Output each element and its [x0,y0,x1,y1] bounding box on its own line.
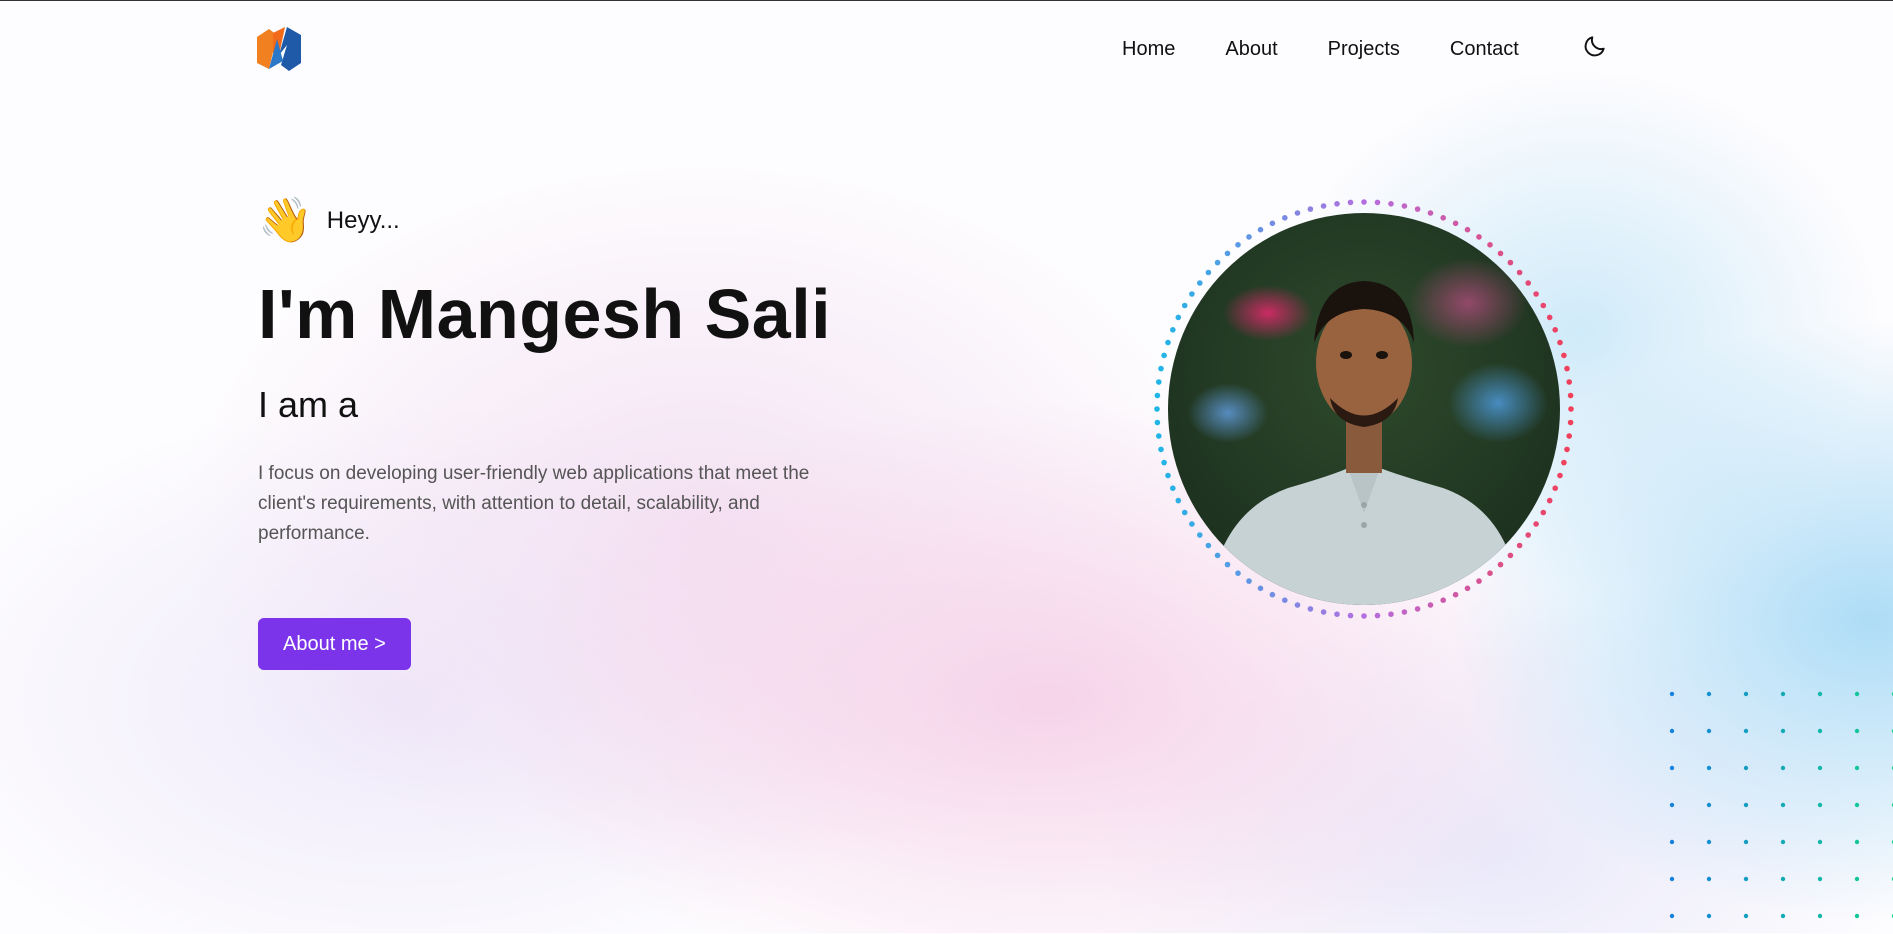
grid-dot [1706,802,1712,808]
grid-dot [1854,839,1860,845]
grid-dot [1780,728,1786,734]
person-illustration [1208,281,1520,605]
hero-description: I focus on developing user-friendly web … [258,463,810,544]
decorative-dot-grid [1669,691,1893,919]
ring-dot [1320,609,1327,615]
ring-dot [1307,606,1314,612]
grid-dot [1669,691,1675,697]
grid-dot [1669,728,1675,734]
ring-dot [1564,446,1570,453]
ring-dot [1401,609,1408,615]
ring-dot [1334,201,1340,207]
ring-dot [1414,206,1421,212]
ring-dot [1566,379,1572,385]
ring-dot [1158,446,1164,453]
ring-dot [1568,406,1574,412]
grid-dot [1706,839,1712,845]
ring-dot [1374,612,1381,619]
grid-dot [1669,839,1675,845]
waving-hand-icon: 👋 [258,196,313,245]
main-nav: Home About Projects Contact [1122,37,1569,61]
grid-dot [1780,876,1786,882]
grid-dot [1854,913,1860,919]
ring-dot [1361,199,1367,205]
grid-dot [1669,876,1675,882]
grid-dot [1817,765,1823,771]
logo-icon[interactable] [257,25,301,73]
ring-dot [1161,352,1167,359]
ring-dot [1154,419,1161,426]
grid-dot [1817,913,1823,919]
ring-dot [1158,365,1164,372]
greeting: 👋 Heyy... [258,191,898,251]
grid-dot [1817,839,1823,845]
grid-dot [1706,691,1712,697]
grid-dot [1780,913,1786,919]
grid-dot [1743,728,1749,734]
grid-dot [1743,765,1749,771]
grid-dot [1706,876,1712,882]
grid-dot [1743,876,1749,882]
ring-dot [1347,612,1354,619]
ring-dot [1567,392,1574,399]
site-header: Home About Projects Contact [0,1,1893,96]
grid-dot [1669,802,1675,808]
grid-dot [1817,691,1823,697]
ring-dot [1156,433,1162,439]
grid-dot [1669,913,1675,919]
grid-dot [1854,802,1860,808]
grid-dot [1854,691,1860,697]
grid-dot [1743,913,1749,919]
grid-dot [1780,691,1786,697]
ring-dot [1388,611,1394,617]
ring-dot [1156,379,1162,385]
greeting-text: Heyy... [326,207,400,234]
grid-dot [1817,876,1823,882]
ring-dot [1334,611,1340,617]
grid-dot [1706,913,1712,919]
ring-dot [1401,203,1408,209]
grid-dot [1780,839,1786,845]
moon-icon[interactable] [1582,33,1608,59]
hero-title: I'm Mangesh Sali [258,275,832,353]
ring-dot [1374,199,1381,206]
grid-dot [1743,839,1749,845]
ring-dot [1320,203,1327,209]
ring-dot [1564,365,1570,372]
grid-dot [1743,802,1749,808]
grid-dot [1743,691,1749,697]
profile-photo [1168,213,1560,605]
grid-dot [1817,728,1823,734]
profile-portrait [1151,196,1577,622]
nav-about[interactable]: About [1225,37,1277,61]
nav-contact[interactable]: Contact [1450,37,1519,61]
ring-dot [1161,459,1167,466]
grid-dot [1706,728,1712,734]
grid-dot [1854,765,1860,771]
ring-dot [1388,201,1394,207]
hero-section: 👋 Heyy... I'm Mangesh Sali I am a I focu… [258,191,898,670]
grid-dot [1817,802,1823,808]
ring-dot [1414,606,1421,612]
grid-dot [1854,728,1860,734]
nav-projects[interactable]: Projects [1328,37,1400,61]
grid-dot [1780,802,1786,808]
ring-dot [1566,433,1572,439]
grid-dot [1780,765,1786,771]
ring-dot [1154,392,1161,399]
hero-subtitle: I am a [258,384,359,425]
nav-home[interactable]: Home [1122,37,1175,61]
ring-dot [1561,459,1567,466]
ring-dot [1347,199,1354,206]
ring-dot [1307,206,1314,212]
grid-dot [1669,765,1675,771]
grid-dot [1854,876,1860,882]
grid-dot [1706,765,1712,771]
ring-dot [1561,352,1567,359]
ring-dot [1154,406,1160,412]
about-me-button[interactable]: About me > [258,618,411,670]
ring-dot [1567,419,1574,426]
ring-dot [1361,613,1367,619]
